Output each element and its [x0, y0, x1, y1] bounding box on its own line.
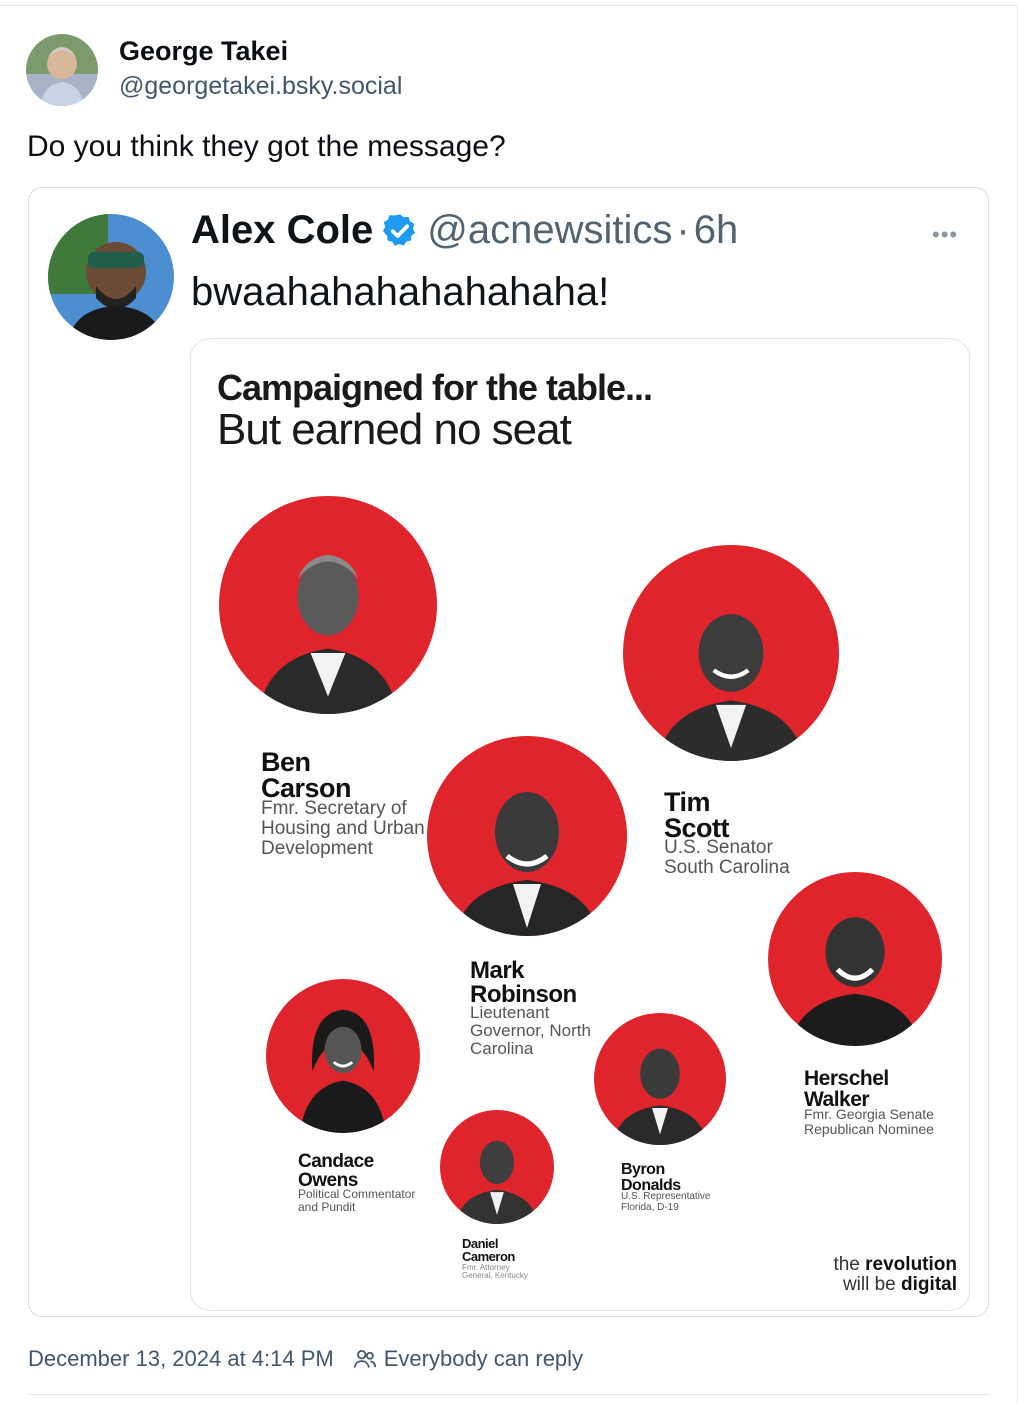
name-daniel-cameron: Daniel Cameron — [462, 1237, 515, 1264]
bottom-divider — [28, 1394, 990, 1395]
more-options-icon: ••• — [932, 222, 959, 247]
name-mark-robinson: Mark Robinson — [470, 959, 577, 1006]
post-text: Do you think they got the message? — [27, 130, 506, 163]
name-ben-carson: Ben Carson — [261, 747, 352, 802]
embed-avatar — [48, 214, 174, 340]
name-byron-donalds: Byron Donalds — [621, 1162, 681, 1193]
first-name: Ben — [261, 747, 311, 777]
portrait-herschel-walker — [768, 872, 942, 1046]
first-name: Mark — [470, 957, 525, 984]
brand-text-bold: digital — [901, 1274, 957, 1296]
post-timestamp[interactable]: December 13, 2024 at 4:14 PM — [28, 1346, 334, 1372]
portrait-byron-donalds — [594, 1013, 726, 1145]
role-candace-owens: Political Commentator and Pundit — [298, 1187, 416, 1214]
graphic-subtitle: But earned no seat — [217, 405, 572, 454]
embedded-image[interactable]: Alex Cole @acnewsitics · 6h ••• bwaahaha… — [28, 187, 989, 1317]
role-daniel-cameron: Fmr. Attorney General, Kentucky — [462, 1263, 528, 1281]
role-tim-scott: U.S. Senator South Carolina — [664, 837, 790, 878]
embed-author-name: Alex Cole — [191, 208, 374, 252]
graphic-title: Campaigned for the table... — [217, 367, 653, 408]
embed-separator: · — [676, 208, 690, 252]
people-icon — [353, 1350, 376, 1368]
first-name: Byron — [621, 1161, 665, 1178]
embed-text: bwaahahahahahahaha! — [191, 270, 610, 314]
reply-setting: Everybody can reply — [383, 1346, 584, 1371]
last-name: Cameron — [462, 1248, 515, 1264]
verified-badge-icon — [381, 212, 419, 250]
portrait-ben-carson — [219, 496, 437, 714]
first-name: Herschel — [804, 1067, 889, 1090]
top-divider — [0, 5, 1018, 6]
brand-text: the — [833, 1253, 860, 1275]
name-candace-owens: Candace Owens — [298, 1151, 374, 1190]
portrait-daniel-cameron — [440, 1110, 554, 1224]
first-name: Tim — [664, 787, 711, 817]
first-name: Candace — [298, 1151, 374, 1172]
role-herschel-walker: Fmr. Georgia Senate Republican Nominee — [804, 1106, 934, 1137]
portrait-mark-robinson — [427, 736, 627, 936]
role-byron-donalds: U.S. Representative Florida, D-19 — [621, 1191, 711, 1213]
post-footer: December 13, 2024 at 4:14 PM Everybody c… — [28, 1346, 583, 1372]
author-name[interactable]: George Takei — [119, 36, 288, 67]
embed-handle: @acnewsitics — [427, 208, 673, 252]
infographic: Campaigned for the table... But earned n… — [190, 338, 970, 1311]
embed-header: Alex Cole @acnewsitics · 6h — [191, 208, 738, 253]
name-tim-scott: Tim Scott — [664, 787, 730, 842]
embed-time: 6h — [693, 208, 739, 252]
portrait-tim-scott — [623, 545, 839, 761]
author-handle[interactable]: @georgetakei.bsky.social — [119, 72, 402, 101]
role-mark-robinson: Lieutenant Governor, North Carolina — [470, 1003, 591, 1058]
brand-text: will be — [842, 1274, 896, 1296]
brand-text-bold: revolution — [865, 1253, 957, 1275]
name-herschel-walker: Herschel Walker — [804, 1067, 889, 1110]
portrait-candace-owens — [266, 979, 420, 1133]
author-avatar[interactable] — [26, 34, 98, 106]
brand-logo: the revolution will be digital — [833, 1253, 957, 1296]
role-ben-carson: Fmr. Secretary of Housing and Urban Deve… — [261, 798, 425, 859]
